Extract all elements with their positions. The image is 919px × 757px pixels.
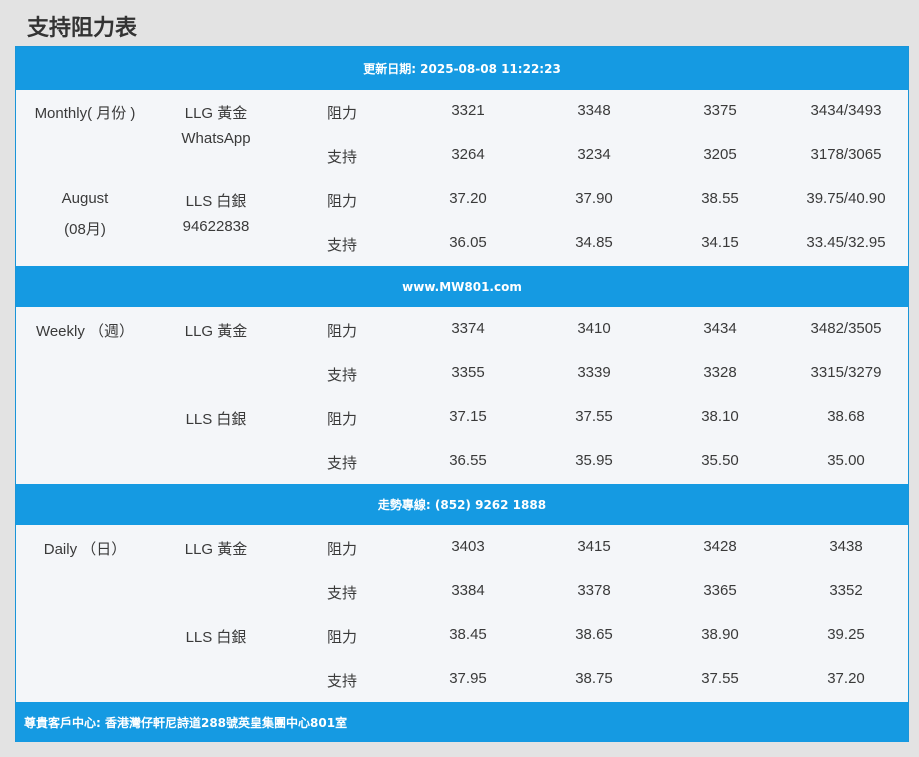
- monthly-value-cell: 33.45/32.95: [806, 234, 886, 251]
- daily-gold-label: LLG 黃金: [184, 541, 248, 558]
- monthly-row-type: 支持: [326, 237, 357, 254]
- monthly-value-cell: 34.15: [701, 234, 739, 251]
- weekly-value-cell: 37.55: [575, 408, 613, 425]
- daily-value-cell: 3352: [829, 582, 863, 599]
- monthly-row-type: 支持: [326, 149, 357, 166]
- daily-value-cell: 3403: [451, 538, 485, 555]
- daily-value-cell: 3428: [703, 538, 737, 555]
- daily-value-cell: 37.55: [701, 670, 739, 687]
- weekly-value-cell: 38.10: [701, 408, 739, 425]
- weekly-value-cell: 37.15: [449, 408, 487, 425]
- weekly-value-cell: 3339: [577, 364, 611, 381]
- monthly-silver-label: LLS 白銀: [185, 193, 247, 210]
- weekly-value-cell: 38.68: [827, 408, 865, 425]
- weekly-value-cell: 3328: [703, 364, 737, 381]
- weekly-period-label: Weekly （週）: [35, 323, 135, 340]
- monthly-month-cn-label: (08月): [64, 221, 106, 238]
- monthly-value-cell: 38.55: [701, 190, 739, 207]
- daily-value-cell: 37.95: [449, 670, 487, 687]
- daily-value-cell: 3365: [703, 582, 737, 599]
- daily-value-cell: 38.75: [575, 670, 613, 687]
- monthly-value-cell: 3205: [703, 146, 737, 163]
- monthly-value-cell: 39.75/40.90: [806, 190, 886, 207]
- weekly-value-cell: 35.95: [575, 452, 613, 469]
- address-banner: 尊貴客戶中心: 香港灣仔軒尼詩道288號英皇集團中心801室: [16, 702, 908, 742]
- weekly-row-type: 支持: [326, 367, 357, 384]
- weekly-value-cell: 3355: [451, 364, 485, 381]
- whatsapp-phone: 94622838: [182, 218, 250, 235]
- weekly-value-cell: 3374: [451, 320, 485, 337]
- monthly-gold-label: LLG 黃金: [184, 105, 248, 122]
- daily-value-cell: 3384: [451, 582, 485, 599]
- website-banner: www.MW801.com: [16, 266, 908, 307]
- monthly-row-type: 阻力: [326, 105, 357, 122]
- page-title: 支持阻力表: [27, 16, 138, 41]
- daily-silver-label: LLS 白銀: [185, 629, 247, 646]
- update-date-banner: 更新日期: 2025-08-08 11:22:23: [16, 47, 908, 90]
- daily-period-label: Daily （日）: [43, 541, 127, 558]
- monthly-value-cell: 3375: [703, 102, 737, 119]
- weekly-value-cell: 35.50: [701, 452, 739, 469]
- daily-row-type: 阻力: [326, 541, 357, 558]
- weekly-value-cell: 3410: [577, 320, 611, 337]
- daily-row-type: 支持: [326, 673, 357, 690]
- monthly-value-cell: 3178/3065: [810, 146, 882, 163]
- daily-value-cell: 38.65: [575, 626, 613, 643]
- weekly-row-type: 阻力: [326, 411, 357, 428]
- support-resistance-table: 更新日期: 2025-08-08 11:22:23 Monthly( 月份 ) …: [15, 46, 909, 742]
- monthly-value-cell: 3348: [577, 102, 611, 119]
- monthly-value-cell: 36.05: [449, 234, 487, 251]
- weekly-silver-label: LLS 白銀: [185, 411, 247, 428]
- monthly-value-cell: 3321: [451, 102, 485, 119]
- weekly-row-type: 支持: [326, 455, 357, 472]
- monthly-row-type: 阻力: [326, 193, 357, 210]
- monthly-value-cell: 37.20: [449, 190, 487, 207]
- monthly-value-cell: 37.90: [575, 190, 613, 207]
- daily-value-cell: 39.25: [827, 626, 865, 643]
- daily-value-cell: 3378: [577, 582, 611, 599]
- daily-value-cell: 37.20: [827, 670, 865, 687]
- weekly-gold-label: LLG 黃金: [184, 323, 248, 340]
- weekly-value-cell: 35.00: [827, 452, 865, 469]
- daily-value-cell: 3438: [829, 538, 863, 555]
- monthly-value-cell: 3234: [577, 146, 611, 163]
- hotline-banner: 走勢專線: (852) 9262 1888: [16, 484, 908, 525]
- monthly-value-cell: 34.85: [575, 234, 613, 251]
- weekly-row-type: 阻力: [326, 323, 357, 340]
- monthly-month-label: August: [61, 190, 109, 207]
- daily-value-cell: 3415: [577, 538, 611, 555]
- monthly-value-cell: 3434/3493: [810, 102, 882, 119]
- weekly-value-cell: 3315/3279: [810, 364, 882, 381]
- daily-value-cell: 38.45: [449, 626, 487, 643]
- weekly-value-cell: 3482/3505: [810, 320, 882, 337]
- daily-row-type: 阻力: [326, 629, 357, 646]
- monthly-value-cell: 3264: [451, 146, 485, 163]
- monthly-period-label: Monthly( 月份 ): [34, 105, 136, 122]
- weekly-value-cell: 36.55: [449, 452, 487, 469]
- daily-row-type: 支持: [326, 585, 357, 602]
- weekly-value-cell: 3434: [703, 320, 737, 337]
- daily-value-cell: 38.90: [701, 626, 739, 643]
- whatsapp-label: WhatsApp: [181, 130, 251, 147]
